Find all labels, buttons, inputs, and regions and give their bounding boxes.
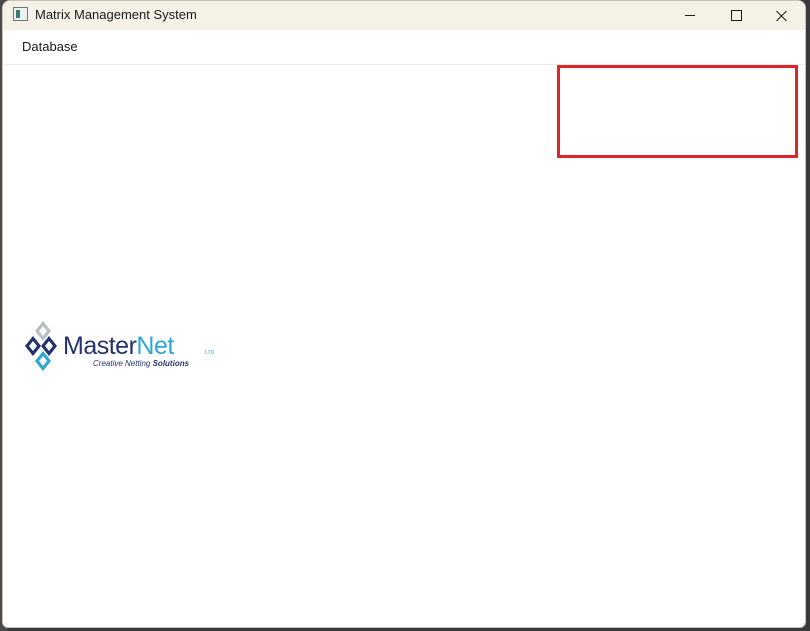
masternet-logo: MasterNet LTD Creative Netting Solutions xyxy=(23,319,223,375)
minimize-button[interactable] xyxy=(667,1,713,30)
minimize-icon xyxy=(685,15,695,16)
close-icon xyxy=(776,10,788,22)
logo-wordmark: MasterNet xyxy=(63,332,174,361)
logo-name-net: Net xyxy=(136,332,174,360)
title-bar[interactable]: Matrix Management System xyxy=(3,1,805,30)
maximize-button[interactable] xyxy=(713,1,759,30)
close-button[interactable] xyxy=(759,1,805,30)
maximize-icon xyxy=(730,10,742,21)
menu-item-database[interactable]: Database xyxy=(16,39,84,54)
highlight-rectangle xyxy=(557,65,798,158)
logo-tagline: Creative Netting Solutions xyxy=(93,359,189,368)
menu-bar: Database xyxy=(3,30,805,65)
logo-diamond-icon xyxy=(25,321,57,371)
logo-ltd: LTD xyxy=(205,350,215,356)
app-window-icon xyxy=(13,7,28,21)
app-window: Matrix Management System Database Master… xyxy=(2,0,806,628)
logo-name-master: Master xyxy=(63,332,137,360)
window-title: Matrix Management System xyxy=(35,7,197,22)
logo-tagline-text: Creative Netting xyxy=(93,359,153,368)
logo-tagline-solutions: Solutions xyxy=(152,359,190,368)
